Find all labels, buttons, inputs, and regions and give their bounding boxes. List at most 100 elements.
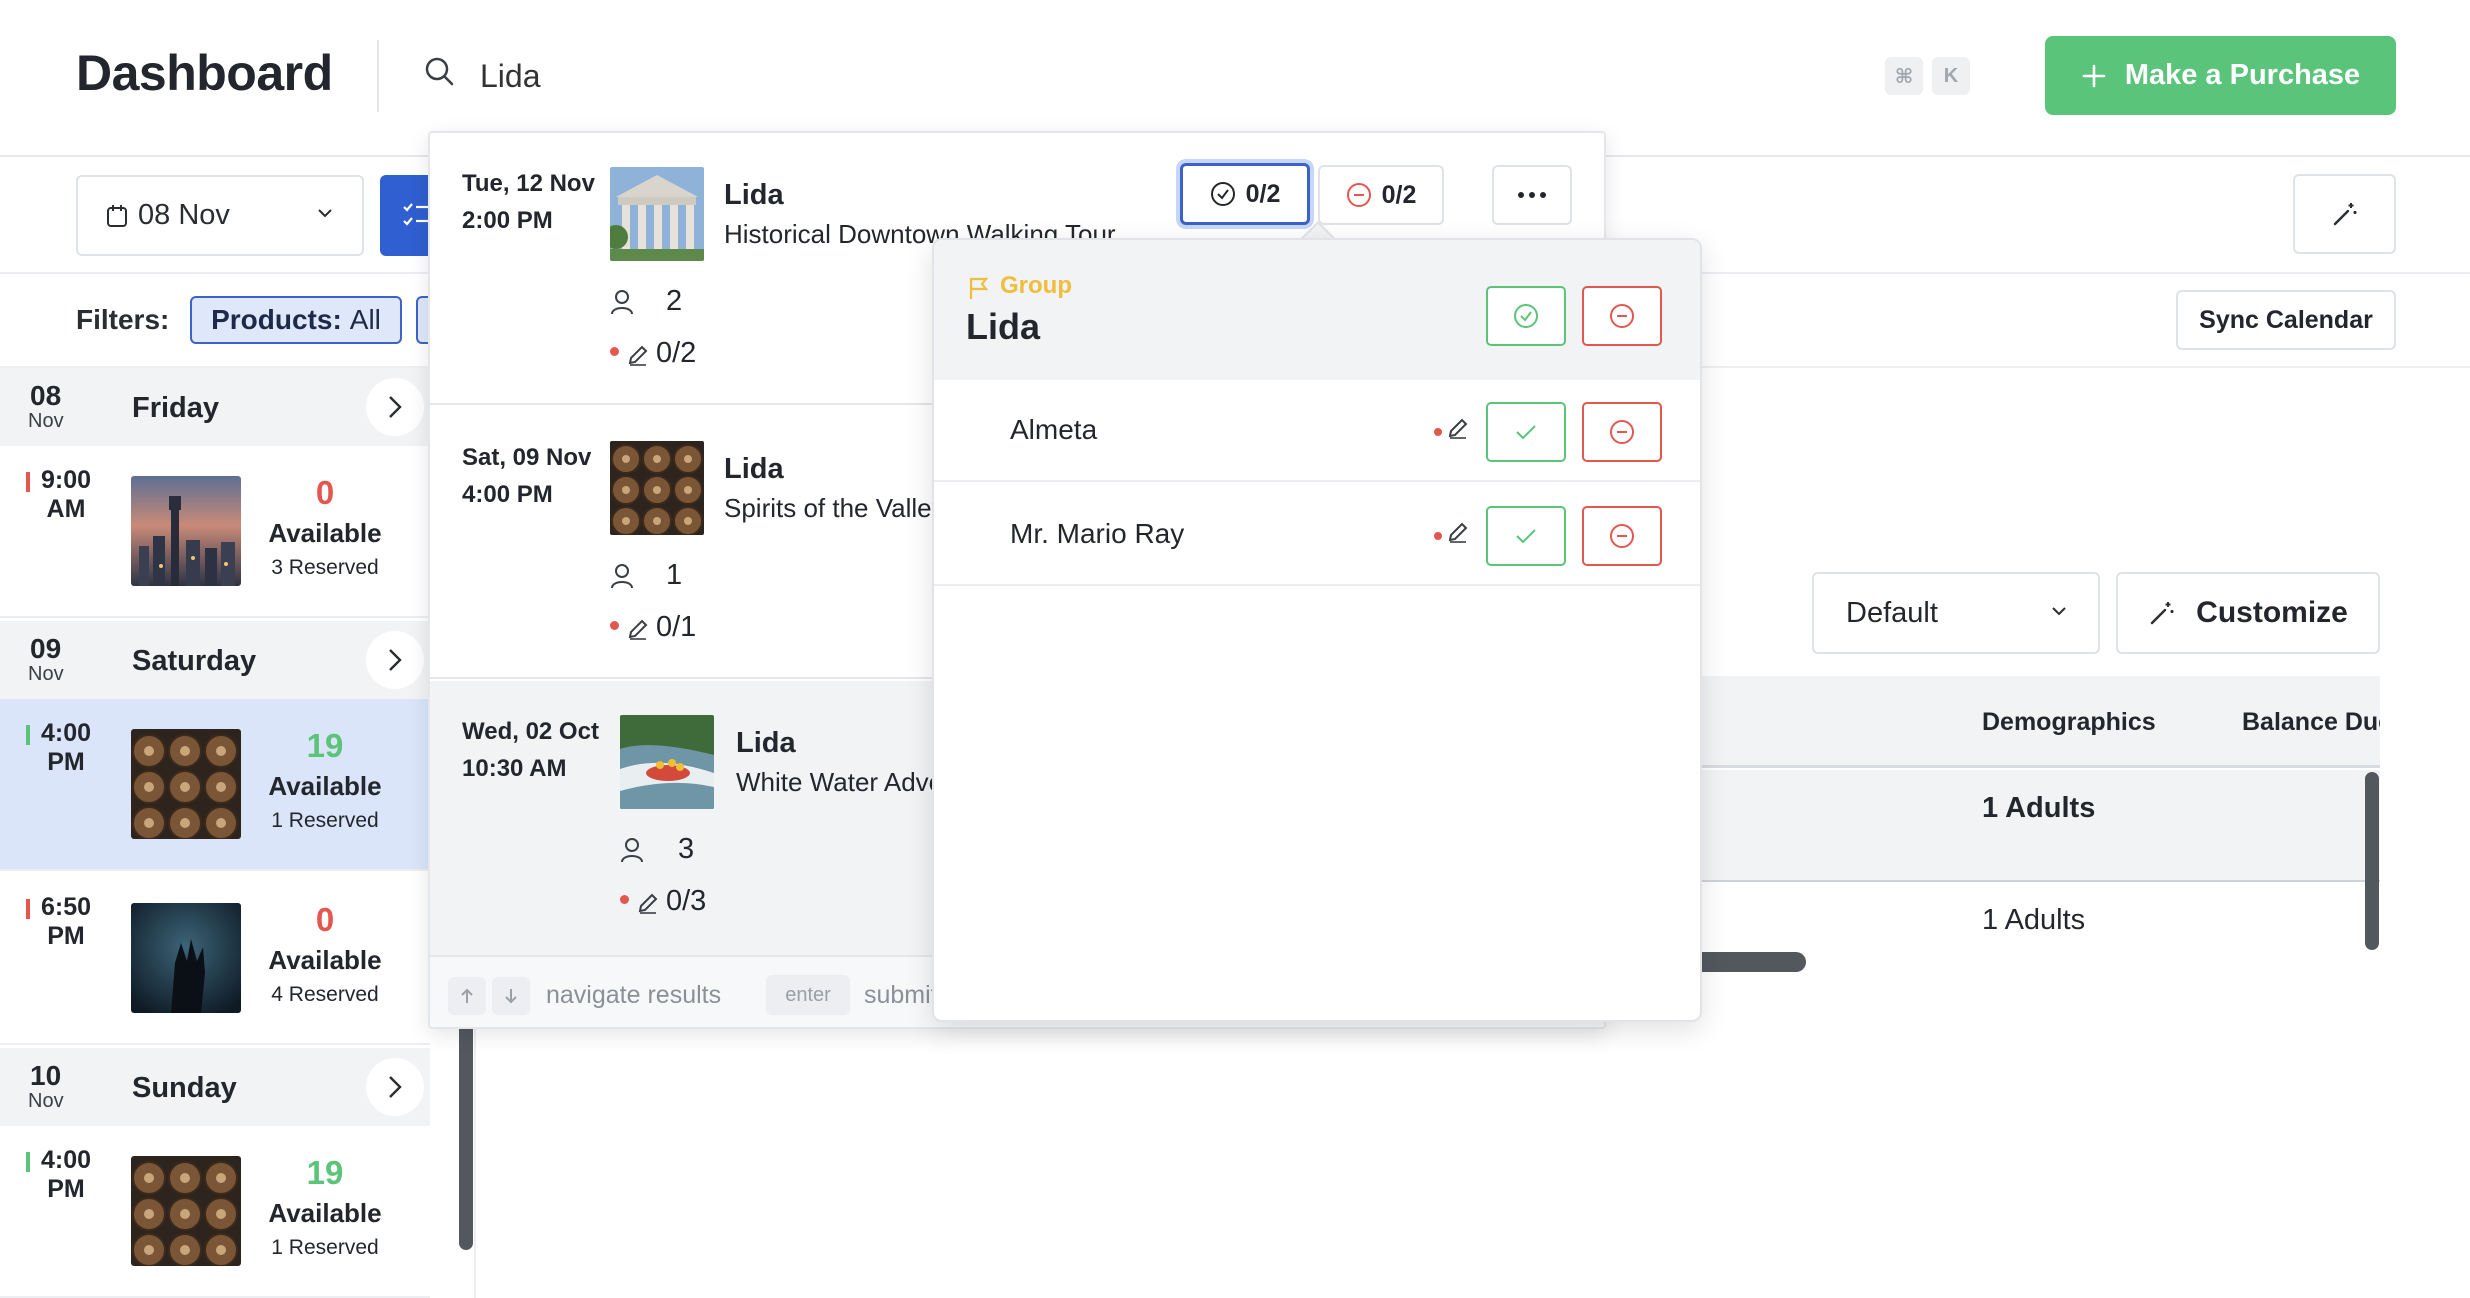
slot-time: 9:00 AM (40, 466, 92, 523)
header-divider (377, 40, 379, 112)
check-in-count: 0/2 (1245, 179, 1281, 208)
demographics-cell: 1 Adults (1982, 904, 2086, 936)
result-time: 10:30 AM (462, 755, 567, 782)
result-customer-name: Lida (724, 453, 784, 485)
person-icon (610, 289, 634, 315)
customize-button[interactable]: Customize (2116, 572, 2380, 654)
group-member-row: Almeta (934, 380, 1700, 482)
no-show-button[interactable] (1582, 506, 1662, 566)
ellipsis-icon (1517, 191, 1547, 199)
shortcut-k-key: K (1932, 57, 1970, 95)
sync-calendar-button[interactable]: Sync Calendar (2176, 290, 2396, 350)
submit-hint: submit (864, 981, 938, 1009)
column-header-demographics[interactable]: Demographics (1982, 708, 2156, 737)
pencil-icon[interactable] (1446, 520, 1470, 544)
day-header: 09 Nov Saturday (0, 621, 430, 699)
day-name: Saturday (132, 645, 257, 677)
waiver-count: 0/2 (656, 337, 697, 369)
result-time: 2:00 PM (462, 207, 553, 234)
available-label: Available (268, 1198, 382, 1228)
time-slot[interactable]: 9:00 AM 0 Available 3 Reserved (0, 446, 430, 618)
available-count: 0 (315, 474, 335, 511)
waiver-status-dot (610, 347, 619, 356)
slot-status-bar (26, 899, 30, 919)
column-header-balance-due[interactable]: Balance Due (2242, 708, 2380, 737)
more-options-button[interactable] (1492, 165, 1572, 225)
no-show-all-button[interactable] (1582, 286, 1662, 346)
available-count: 0 (315, 901, 335, 938)
product-thumbnail (131, 903, 241, 1013)
result-customer-name: Lida (736, 727, 796, 759)
filters-label: Filters: (76, 304, 170, 335)
available-count: 19 (306, 1154, 344, 1191)
slot-status-bar (26, 1152, 30, 1172)
table-row[interactable] (1700, 770, 2380, 882)
check-in-button[interactable] (1486, 402, 1566, 462)
product-thumbnail (610, 167, 704, 261)
member-name: Almeta (1010, 414, 1098, 445)
check-in-button[interactable] (1486, 506, 1566, 566)
group-checkin-popover: Group Lida Almeta Mr. Mario Ray (932, 238, 1702, 1022)
no-show-button[interactable] (1582, 402, 1662, 462)
result-datetime: Wed, 02 Oct 10:30 AM (462, 713, 599, 787)
make-purchase-label: Make a Purchase (2124, 59, 2361, 91)
no-show-count-button[interactable]: 0/2 (1318, 165, 1444, 225)
pencil-icon (636, 891, 660, 915)
arrow-down-icon (492, 977, 530, 1015)
time-slot[interactable]: 4:00 PM 19 Available 1 Reserved (0, 1126, 430, 1298)
no-show-count: 0/2 (1381, 180, 1417, 209)
group-member-row: Mr. Mario Ray (934, 484, 1700, 586)
chevron-right-icon[interactable] (366, 1058, 424, 1116)
pencil-icon[interactable] (1446, 416, 1470, 440)
booking-type-label: Group (1000, 272, 1072, 299)
products-filter-chip[interactable]: Products: All (190, 296, 402, 344)
chevron-right-icon[interactable] (366, 378, 424, 436)
result-datetime: Tue, 12 Nov 2:00 PM (462, 165, 595, 239)
result-customer-name: Lida (724, 179, 784, 211)
day-number: 10 (30, 1060, 62, 1091)
result-datetime: Sat, 09 Nov 4:00 PM (462, 439, 591, 513)
enter-key: enter (766, 975, 850, 1015)
time-slot[interactable]: 4:00 PM 19 Available 1 Reserved (0, 699, 430, 871)
day-name: Sunday (132, 1072, 237, 1104)
available-label: Available (268, 945, 382, 975)
date-picker[interactable]: 08 Nov (76, 175, 364, 256)
result-date: Wed, 02 Oct (462, 718, 599, 745)
available-count: 19 (306, 727, 344, 764)
table-horizontal-scrollbar[interactable] (1690, 952, 1806, 972)
magic-wand-button[interactable] (2293, 174, 2396, 254)
shortcut-cmd-key: ⌘ (1885, 57, 1923, 95)
view-preset-select[interactable]: Default (1812, 572, 2100, 654)
search-input[interactable] (480, 50, 1380, 102)
day-number: 08 (30, 380, 62, 411)
slot-time: 6:50 PM (40, 893, 92, 950)
chevron-down-icon (316, 207, 334, 219)
products-filter-key: Products: (211, 304, 342, 335)
reserved-count: 1 Reserved (271, 809, 379, 832)
chevron-right-icon[interactable] (366, 631, 424, 689)
slot-status-bar (26, 725, 30, 745)
plus-icon (2081, 63, 2107, 89)
day-month: Nov (28, 1090, 64, 1112)
view-preset-value: Default (1846, 596, 1938, 629)
table-vertical-scrollbar[interactable] (2365, 772, 2379, 950)
group-name: Lida (966, 306, 1041, 347)
navigate-hint: navigate results (546, 981, 722, 1009)
waiver-status-dot (620, 895, 629, 904)
magic-wand-icon (2331, 200, 2359, 228)
list-scrollbar[interactable] (459, 1020, 473, 1250)
guest-count: 1 (666, 559, 683, 591)
available-label: Available (268, 771, 382, 801)
day-name: Friday (132, 392, 220, 424)
check-in-all-button[interactable] (1486, 286, 1566, 346)
make-purchase-button[interactable]: Make a Purchase (2045, 36, 2396, 115)
day-number: 09 (30, 633, 62, 664)
time-slot[interactable]: 6:50 PM 0 Available 4 Reserved (0, 873, 430, 1045)
check-in-count-button[interactable]: 0/2 (1180, 163, 1310, 225)
arrow-up-icon (448, 977, 486, 1015)
slot-status-bar (26, 472, 30, 492)
minus-circle-icon (1346, 182, 1372, 208)
products-filter-value: All (349, 304, 381, 335)
day-month: Nov (28, 663, 64, 685)
waiver-status-dot (610, 621, 619, 630)
